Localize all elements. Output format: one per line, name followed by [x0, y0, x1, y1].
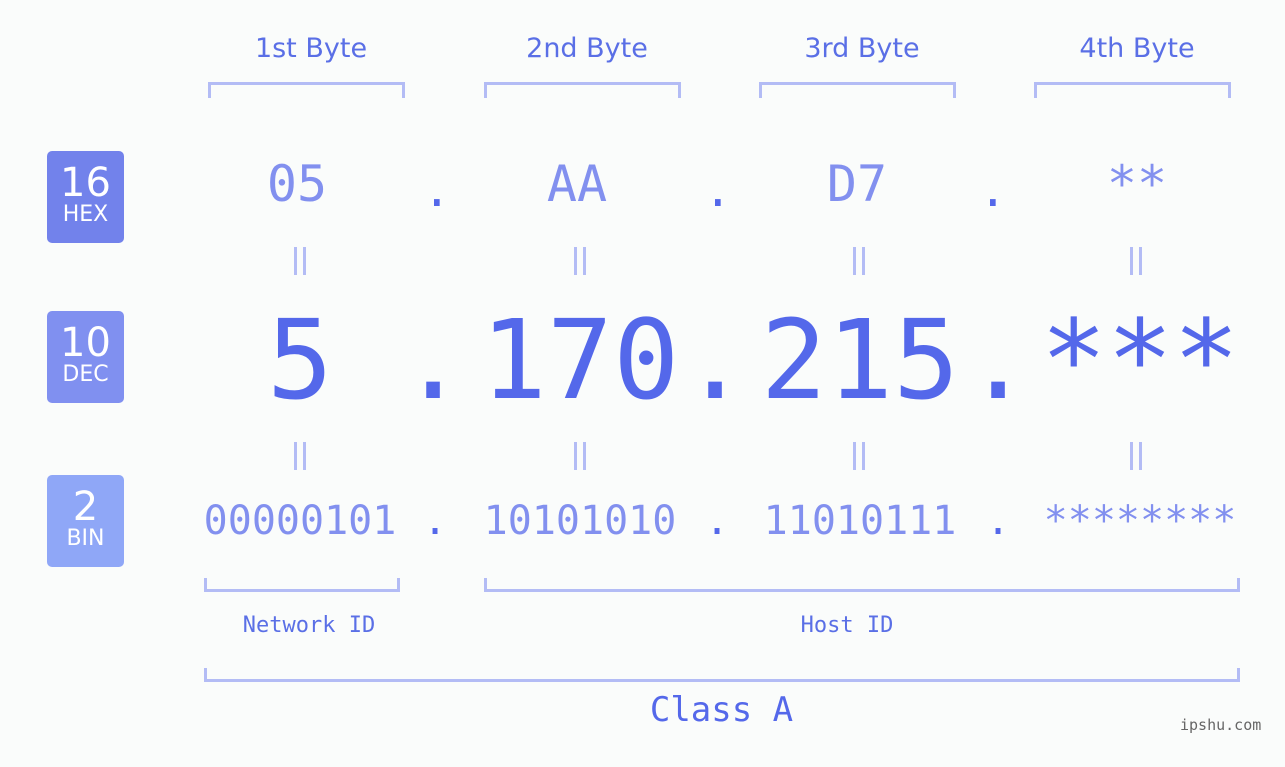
- byte-bracket-3: [759, 82, 956, 98]
- equals-icon: [1124, 247, 1148, 275]
- class-label: Class A: [649, 690, 794, 730]
- dec-base: 10: [60, 320, 111, 366]
- dec-badge: 10 DEC: [47, 311, 124, 403]
- byte-header-2: 2nd Byte: [526, 33, 648, 64]
- bin-dot-3: .: [986, 498, 1011, 544]
- bin-byte-2: 10101010: [483, 498, 677, 544]
- network-id-bracket: [204, 578, 400, 592]
- bin-byte-3: 11010111: [763, 498, 957, 544]
- bin-dot-1: .: [423, 498, 448, 544]
- equals-icon: [1124, 442, 1148, 470]
- equals-icon: [847, 247, 871, 275]
- network-id-label: Network ID: [242, 613, 376, 638]
- dec-byte-2: 170: [480, 296, 680, 424]
- hex-badge: 16 HEX: [47, 151, 124, 243]
- hex-dot-2: .: [704, 163, 732, 217]
- equals-icon: [568, 442, 592, 470]
- byte-header-1: 1st Byte: [254, 33, 368, 64]
- hex-dot-1: .: [423, 163, 451, 217]
- equals-icon: [288, 442, 312, 470]
- host-id-label: Host ID: [800, 613, 894, 638]
- byte-bracket-2: [484, 82, 681, 98]
- hex-byte-3: D7: [826, 155, 888, 213]
- hex-byte-2: AA: [546, 155, 608, 213]
- hex-byte-4: **: [1106, 155, 1168, 213]
- bin-byte-1: 00000101: [203, 498, 397, 544]
- equals-icon: [847, 442, 871, 470]
- bin-label: BIN: [66, 526, 105, 551]
- bin-dot-2: .: [705, 498, 730, 544]
- dec-label: DEC: [62, 362, 109, 387]
- bin-base: 2: [72, 484, 99, 530]
- brand-watermark: ipshu.com: [1180, 716, 1262, 734]
- byte-header-4: 4th Byte: [1079, 33, 1195, 64]
- equals-icon: [288, 247, 312, 275]
- dec-byte-1: 5: [266, 296, 334, 424]
- dec-dot-2: .: [682, 296, 749, 424]
- dec-byte-4: ***: [1040, 296, 1240, 424]
- dec-dot-1: .: [400, 296, 467, 424]
- hex-base: 16: [60, 160, 111, 206]
- bin-byte-4: ********: [1043, 498, 1237, 544]
- hex-label: HEX: [62, 202, 109, 227]
- byte-header-3: 3rd Byte: [804, 33, 920, 64]
- equals-icon: [568, 247, 592, 275]
- dec-byte-3: 215: [760, 296, 960, 424]
- byte-bracket-1: [208, 82, 405, 98]
- host-id-bracket: [484, 578, 1240, 592]
- hex-byte-1: 05: [266, 155, 328, 213]
- class-bracket: [204, 668, 1240, 682]
- hex-dot-3: .: [979, 163, 1007, 217]
- bin-badge: 2 BIN: [47, 475, 124, 567]
- dec-dot-3: .: [965, 296, 1032, 424]
- byte-bracket-4: [1034, 82, 1231, 98]
